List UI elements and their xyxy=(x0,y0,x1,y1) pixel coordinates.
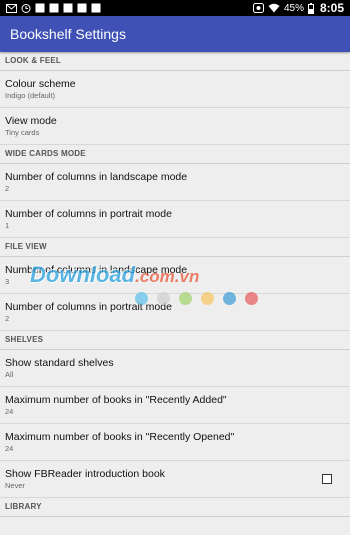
setting-show-standard-shelves[interactable]: Show standard shelves All xyxy=(0,350,350,387)
setting-summary: 24 xyxy=(5,444,14,453)
setting-colour-scheme[interactable]: Colour scheme Indigo (default) xyxy=(0,71,350,108)
intro-book-checkbox[interactable] xyxy=(322,474,332,484)
category-look-and-feel: LOOK & FEEL xyxy=(0,52,350,71)
setting-view-mode[interactable]: View mode Tiny cards xyxy=(0,108,350,145)
mail-icon xyxy=(6,3,17,13)
setting-file-columns-landscape[interactable]: Number of columns in landscape mode 3 xyxy=(0,257,350,294)
setting-max-recently-added[interactable]: Maximum number of books in "Recently Add… xyxy=(0,387,350,424)
setting-summary: 3 xyxy=(5,277,10,286)
notification-icons xyxy=(6,3,101,13)
setting-wide-columns-portrait[interactable]: Number of columns in portrait mode 1 xyxy=(0,201,350,238)
setting-title: View mode xyxy=(5,115,57,127)
page-title: Bookshelf Settings xyxy=(10,26,126,42)
setting-title: Maximum number of books in "Recently Add… xyxy=(5,394,227,406)
setting-show-intro-book[interactable]: Show FBReader introduction book Never xyxy=(0,461,350,498)
app-icon xyxy=(77,3,87,13)
setting-title: Number of columns in landscape mode xyxy=(5,264,188,276)
setting-title: Maximum number of books in "Recently Ope… xyxy=(5,431,235,443)
setting-max-recently-opened[interactable]: Maximum number of books in "Recently Ope… xyxy=(0,424,350,461)
category-file-view: FILE VIEW xyxy=(0,238,350,257)
category-wide-cards-mode: WIDE CARDS MODE xyxy=(0,145,350,164)
setting-summary: Tiny cards xyxy=(5,128,40,137)
app-icon xyxy=(35,3,45,13)
setting-summary: 24 xyxy=(5,407,14,416)
alarm-icon xyxy=(21,3,31,13)
setting-summary: Indigo (default) xyxy=(5,91,56,100)
setting-title: Show standard shelves xyxy=(5,357,114,369)
status-bar: 45% 8:05 xyxy=(0,0,350,16)
setting-title: Number of columns in portrait mode xyxy=(5,208,172,220)
system-icons: 45% 8:05 xyxy=(252,1,344,15)
setting-summary: Never xyxy=(5,481,26,490)
setting-summary: 2 xyxy=(5,314,10,323)
setting-summary: 2 xyxy=(5,184,10,193)
setting-title: Colour scheme xyxy=(5,78,76,90)
app-bar: Bookshelf Settings xyxy=(0,16,350,52)
app-icon xyxy=(63,3,73,13)
app-icon xyxy=(49,3,59,13)
battery-icon xyxy=(307,2,314,14)
category-shelves: SHELVES xyxy=(0,331,350,350)
settings-list: LOOK & FEEL Colour scheme Indigo (defaul… xyxy=(0,52,350,517)
app-icon xyxy=(91,3,101,13)
sync-icon xyxy=(252,3,264,13)
category-library: LIBRARY xyxy=(0,498,350,517)
wifi-icon xyxy=(268,3,280,13)
setting-summary: 1 xyxy=(5,221,10,230)
setting-wide-columns-landscape[interactable]: Number of columns in landscape mode 2 xyxy=(0,164,350,201)
setting-title: Show FBReader introduction book xyxy=(5,468,165,480)
setting-title: Number of columns in portrait mode xyxy=(5,301,172,313)
clock: 8:05 xyxy=(319,1,344,15)
setting-title: Number of columns in landscape mode xyxy=(5,171,188,183)
battery-percent: 45% xyxy=(283,2,304,14)
setting-summary: All xyxy=(5,370,14,379)
setting-file-columns-portrait[interactable]: Number of columns in portrait mode 2 xyxy=(0,294,350,331)
